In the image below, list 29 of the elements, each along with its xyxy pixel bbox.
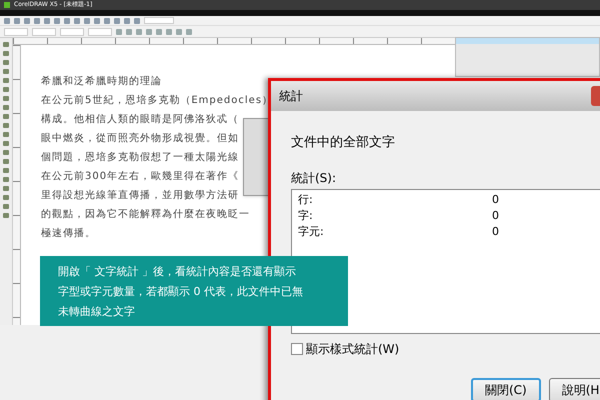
callout-text: 開啟「 文字統計 」後，看統計內容是否還有顯示 字型或字元數量，若都顯示 0 代表，此文件中已無 未轉曲線之文字 (58, 264, 304, 320)
document-text-line: 極速傳播。 (41, 227, 96, 241)
coordinate-field[interactable] (32, 28, 56, 36)
checkbox-label: 顯示樣式統計(W) (306, 340, 400, 358)
dialog-button[interactable]: 說明(H (548, 378, 600, 400)
dialog-heading: 文件中的全部文字 (291, 134, 396, 152)
dialog-button[interactable]: 關閉(C) (471, 378, 541, 400)
stat-label: 字元: (298, 224, 325, 240)
coordinate-field[interactable] (4, 28, 28, 36)
document-text-line: 構成。他相信人類的眼睛是阿佛洛狄忒（ (41, 113, 239, 127)
dialog-title: 統計 (279, 88, 303, 105)
stat-label: 字: (298, 208, 314, 224)
document-text-line: 里得設想光線筆直傳播，並用數學方法研 (41, 189, 239, 203)
document-text-line: 的觀點，因為它不能解釋為什麼在夜晚眨一 (41, 208, 250, 222)
checkbox[interactable] (291, 342, 303, 354)
list-label: 統計(S): (291, 170, 338, 186)
document-text-line: 個問題，恩培多克勒假想了一種太陽光線 (41, 151, 239, 165)
document-text-line: 希臘和泛希臘時期的理論 (41, 75, 162, 89)
document-text-line: 眼中燃炎，從而照亮外物形成視覺。但如 (41, 132, 239, 146)
stat-value: 0 (492, 208, 499, 224)
stat-value: 0 (492, 192, 499, 208)
stat-label: 行: (298, 192, 314, 208)
coordinate-field[interactable] (60, 28, 84, 36)
coordinate-field[interactable] (88, 28, 112, 36)
zoom-field[interactable] (144, 17, 174, 24)
document-text-line: 在公元前5世紀，恩培多克勒（Empedocles） (41, 94, 274, 108)
document-text-line: 在公元前300年左右，歐幾里得在著作《 (41, 170, 240, 184)
app-logo-icon (4, 2, 10, 8)
stat-value: 0 (492, 224, 499, 240)
